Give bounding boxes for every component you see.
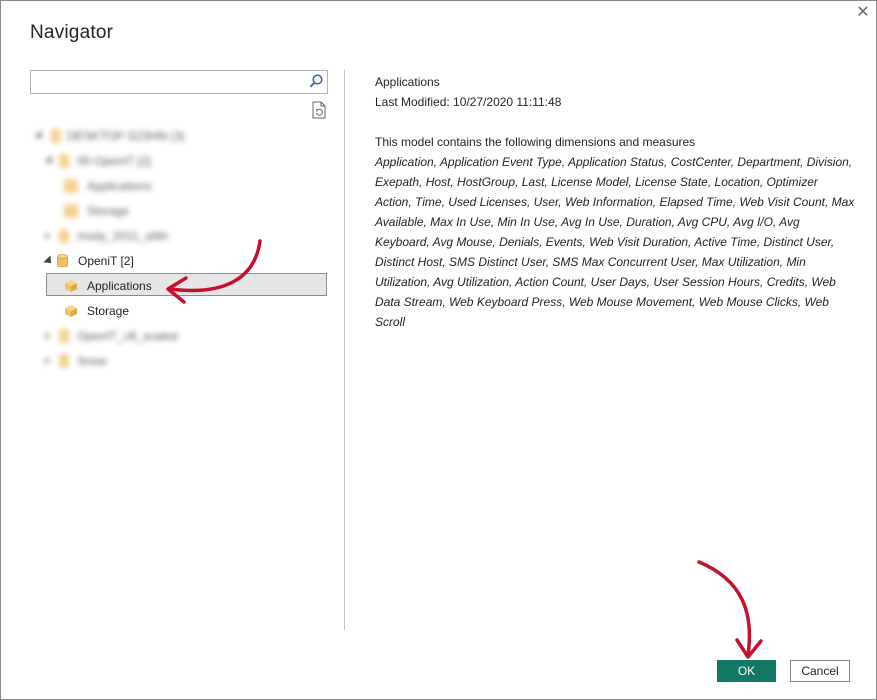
- database-icon: [59, 329, 69, 343]
- tree-item-label: OpeniT [2]: [78, 254, 134, 268]
- tree-item-label: Snow: [77, 354, 108, 368]
- expand-icon[interactable]: [45, 357, 51, 365]
- cube-icon: [65, 280, 77, 292]
- tree-item-label: Storage: [87, 204, 130, 218]
- navigator-dialog: Navigator ✕ DESKTOP-S23HN (3) 00-OpenIT …: [0, 0, 877, 700]
- cube-icon: [64, 204, 78, 218]
- expand-icon[interactable]: [45, 232, 51, 240]
- refresh-icon[interactable]: [311, 101, 327, 119]
- tree-item-label: Applications: [87, 179, 152, 193]
- tree-item-label: Applications: [87, 279, 152, 293]
- tree-item-label: mody_2011_a9ih: [77, 229, 169, 243]
- search-icon[interactable]: [308, 73, 324, 89]
- detail-pane: Applications Last Modified: 10/27/2020 1…: [375, 72, 855, 332]
- database-icon: [57, 254, 68, 267]
- navigator-tree: DESKTOP-S23HN (3) 00-OpenIT [2] Applicat…: [31, 123, 331, 383]
- cube-icon: [64, 179, 78, 193]
- pane-divider[interactable]: [344, 70, 345, 630]
- detail-intro: This model contains the following dimens…: [375, 135, 696, 149]
- database-icon: [59, 154, 69, 168]
- expand-icon[interactable]: [34, 130, 46, 142]
- tree-item-label: Storage: [87, 304, 130, 318]
- detail-title: Applications: [375, 75, 440, 89]
- dimensions-list: Application, Application Event Type, App…: [375, 155, 855, 329]
- cube-icon: [65, 305, 77, 317]
- database-icon: [59, 354, 69, 368]
- cancel-button[interactable]: Cancel: [790, 660, 850, 682]
- dialog-title: Navigator: [30, 22, 114, 43]
- tree-item-label: DESKTOP-S23HN (3): [67, 129, 185, 143]
- search-input[interactable]: [30, 70, 328, 94]
- collapse-icon[interactable]: [43, 255, 55, 267]
- ok-button[interactable]: OK: [717, 660, 776, 682]
- tree-item-label: 00-OpenIT [2]: [77, 154, 151, 168]
- tree-item-label: OpenIT_v8_scaled: [77, 329, 178, 343]
- server-icon: [51, 129, 61, 143]
- last-modified: Last Modified: 10/27/2020 11:11:48: [375, 95, 562, 109]
- database-icon: [59, 229, 69, 243]
- close-icon[interactable]: ✕: [853, 4, 873, 22]
- expand-icon[interactable]: [45, 332, 51, 340]
- expand-icon[interactable]: [44, 155, 56, 167]
